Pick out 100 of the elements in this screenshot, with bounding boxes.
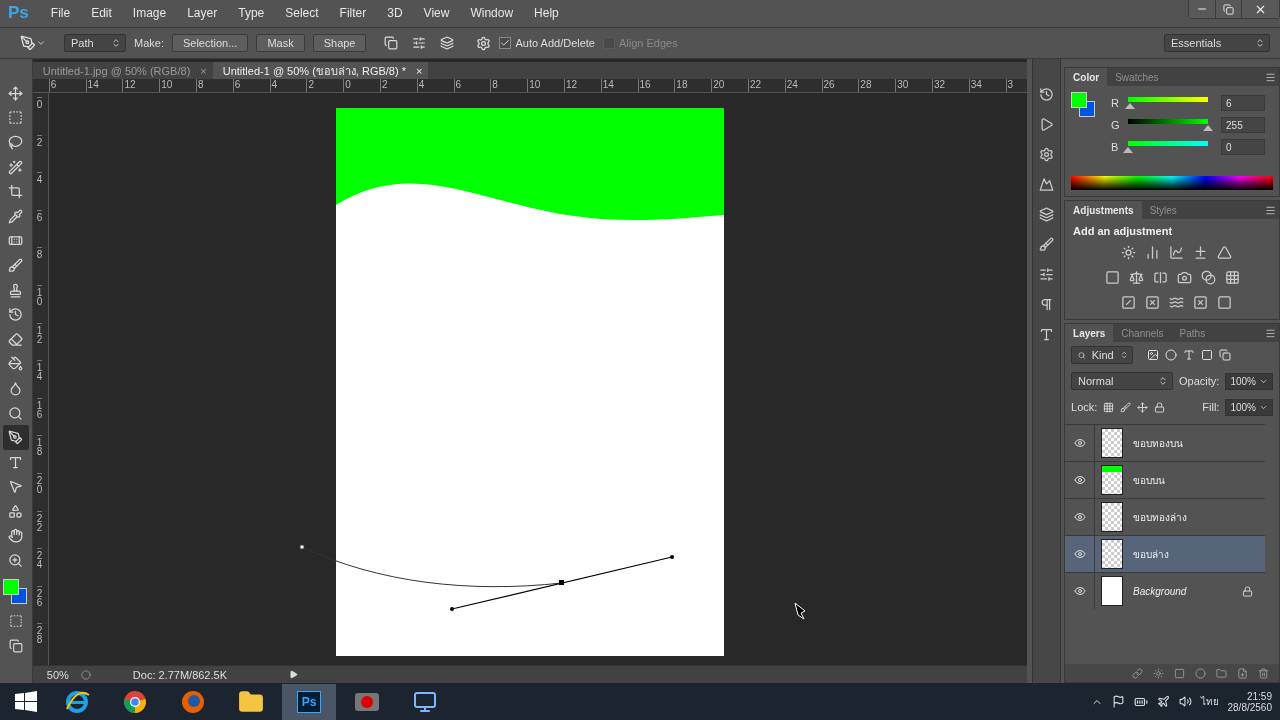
make-button[interactable]: Shape xyxy=(312,34,367,52)
menu-item[interactable]: 3D xyxy=(387,6,403,20)
triangle-icon[interactable] xyxy=(1215,243,1234,261)
channel-label: R xyxy=(1111,97,1120,109)
settings-icon[interactable] xyxy=(476,35,492,51)
menu-item[interactable]: Help xyxy=(534,6,559,20)
color-swatches[interactable] xyxy=(1071,92,1098,118)
opacity-label: Opacity: xyxy=(1179,375,1220,387)
eye-icon[interactable] xyxy=(1073,511,1086,523)
search-icon xyxy=(1078,350,1086,360)
ruler-number: 8 xyxy=(490,79,528,92)
eye-icon[interactable] xyxy=(1073,437,1086,449)
panel-tab[interactable]: Adjustments xyxy=(1065,201,1142,219)
menu-item[interactable]: Edit xyxy=(91,6,112,20)
airplane-icon[interactable] xyxy=(1156,695,1170,708)
eye-icon[interactable] xyxy=(1073,585,1086,597)
document-tab[interactable]: Untitled-1 @ 50% (ขอบล่าง, RGB/8) * × xyxy=(212,62,429,79)
flag-icon[interactable] xyxy=(1111,695,1125,708)
ruler-number: 14 xyxy=(600,79,638,92)
ruler-number: 4 xyxy=(269,79,307,92)
layer-row[interactable]: Background xyxy=(1065,572,1265,609)
lock-position-icon[interactable] xyxy=(1137,401,1149,413)
shape-filter-icon[interactable] xyxy=(1201,349,1214,361)
taskbar-app[interactable]: Ps xyxy=(282,683,336,720)
play-icon[interactable] xyxy=(289,670,298,679)
new-layer-icon[interactable] xyxy=(1237,667,1248,679)
curves-icon[interactable] xyxy=(1167,243,1186,261)
fill-field[interactable]: 100% xyxy=(1225,398,1273,416)
lock-pixels-icon[interactable] xyxy=(1120,401,1132,413)
panel-heading: Add an adjustment xyxy=(1072,224,1174,239)
menu-item[interactable]: Select xyxy=(285,6,319,20)
language-indicator[interactable]: ไทย xyxy=(1200,694,1219,709)
slider-thumb[interactable] xyxy=(1203,124,1214,131)
speaker-icon[interactable] xyxy=(1178,695,1192,708)
workspace-dropdown[interactable]: Essentials xyxy=(1164,34,1270,52)
opacity-field[interactable]: 100% xyxy=(1225,372,1273,390)
slider-thumb[interactable] xyxy=(1123,146,1134,153)
panel-tab[interactable]: Channels xyxy=(1113,324,1172,342)
tool-mode-dropdown[interactable]: Path xyxy=(64,34,126,52)
pen-icon[interactable] xyxy=(20,35,46,51)
color-swatches[interactable] xyxy=(2,578,29,605)
blend-mode-dropdown[interactable]: Normal xyxy=(1071,372,1174,390)
layer-row[interactable]: ขอบทองบน xyxy=(1065,424,1265,461)
make-button[interactable]: Selection... xyxy=(171,34,249,52)
eye-icon[interactable] xyxy=(1073,474,1086,486)
channel-value-field[interactable]: 0 xyxy=(1221,139,1266,155)
ruler-number: 12 xyxy=(563,79,601,92)
up-down-arrows-icon xyxy=(1255,38,1265,48)
ruler-number: 12 xyxy=(36,322,43,361)
menu-item[interactable]: Image xyxy=(132,6,167,20)
eye-icon[interactable] xyxy=(1073,548,1086,560)
color-spectrum[interactable] xyxy=(1071,176,1273,190)
grid-icon[interactable] xyxy=(1223,268,1242,286)
color-slider[interactable] xyxy=(1127,96,1210,110)
filter-dropdown[interactable]: Kind xyxy=(1071,346,1134,364)
ruler-number: 34 xyxy=(968,79,1006,92)
ruler-number: 0 xyxy=(343,79,380,92)
minimize-button[interactable] xyxy=(1189,0,1215,18)
close-button[interactable] xyxy=(1241,0,1279,18)
menu-item[interactable]: Filter xyxy=(339,6,367,20)
menu-item[interactable]: Type xyxy=(238,6,265,20)
firefox-icon xyxy=(181,689,205,714)
panel-tab[interactable]: Styles xyxy=(1141,201,1185,219)
slider-thumb[interactable] xyxy=(1124,102,1135,109)
layer-name: ขอบบน xyxy=(1133,473,1167,488)
lock-transparency-icon[interactable] xyxy=(1103,401,1115,413)
pen-icon[interactable] xyxy=(2,425,29,450)
layer-name: ขอบทองบน xyxy=(1133,436,1185,451)
layer-row[interactable]: ขอบล่าง xyxy=(1065,535,1265,572)
type-filter-icon[interactable] xyxy=(1183,349,1196,361)
ruler-number: 12 xyxy=(122,79,160,92)
tab-close[interactable]: × xyxy=(200,64,207,77)
restore-button[interactable] xyxy=(1215,0,1241,18)
ruler-number: 0 xyxy=(36,97,43,135)
color-slider[interactable] xyxy=(1127,118,1210,132)
image-filter-icon[interactable] xyxy=(1147,349,1160,361)
ruler-number: 26 xyxy=(821,79,859,92)
panel-tab[interactable]: Color xyxy=(1065,68,1108,86)
channel-value-field[interactable]: 6 xyxy=(1221,95,1266,111)
ruler-number: 20 xyxy=(711,79,748,92)
checkbox[interactable] xyxy=(499,37,512,49)
scale-icon[interactable] xyxy=(1127,268,1146,286)
panel-tab[interactable]: Swatches xyxy=(1107,68,1167,86)
opacity-value: 100% xyxy=(1230,375,1256,387)
menu-item[interactable]: View xyxy=(423,6,450,20)
clock[interactable]: 21:59 28/8/2560 xyxy=(1227,690,1272,713)
layer-row[interactable]: ขอบทองล่าง xyxy=(1065,498,1265,535)
menu-item[interactable]: File xyxy=(50,6,71,20)
layer-row[interactable]: ขอบบน xyxy=(1065,461,1265,498)
panel-tab[interactable]: Paths xyxy=(1171,324,1214,342)
menu-item[interactable]: Layer xyxy=(187,6,218,20)
sun-icon[interactable] xyxy=(1119,243,1138,261)
panel-tab[interactable]: Layers xyxy=(1065,324,1114,342)
tab-close[interactable]: × xyxy=(415,64,423,77)
link-icon[interactable] xyxy=(1132,667,1143,679)
lock-icon[interactable] xyxy=(1154,401,1166,413)
trash-icon[interactable] xyxy=(1258,667,1269,679)
make-button[interactable]: Mask xyxy=(256,34,305,52)
menu-item[interactable]: Window xyxy=(470,6,514,20)
channel-value-field[interactable]: 255 xyxy=(1221,117,1266,133)
